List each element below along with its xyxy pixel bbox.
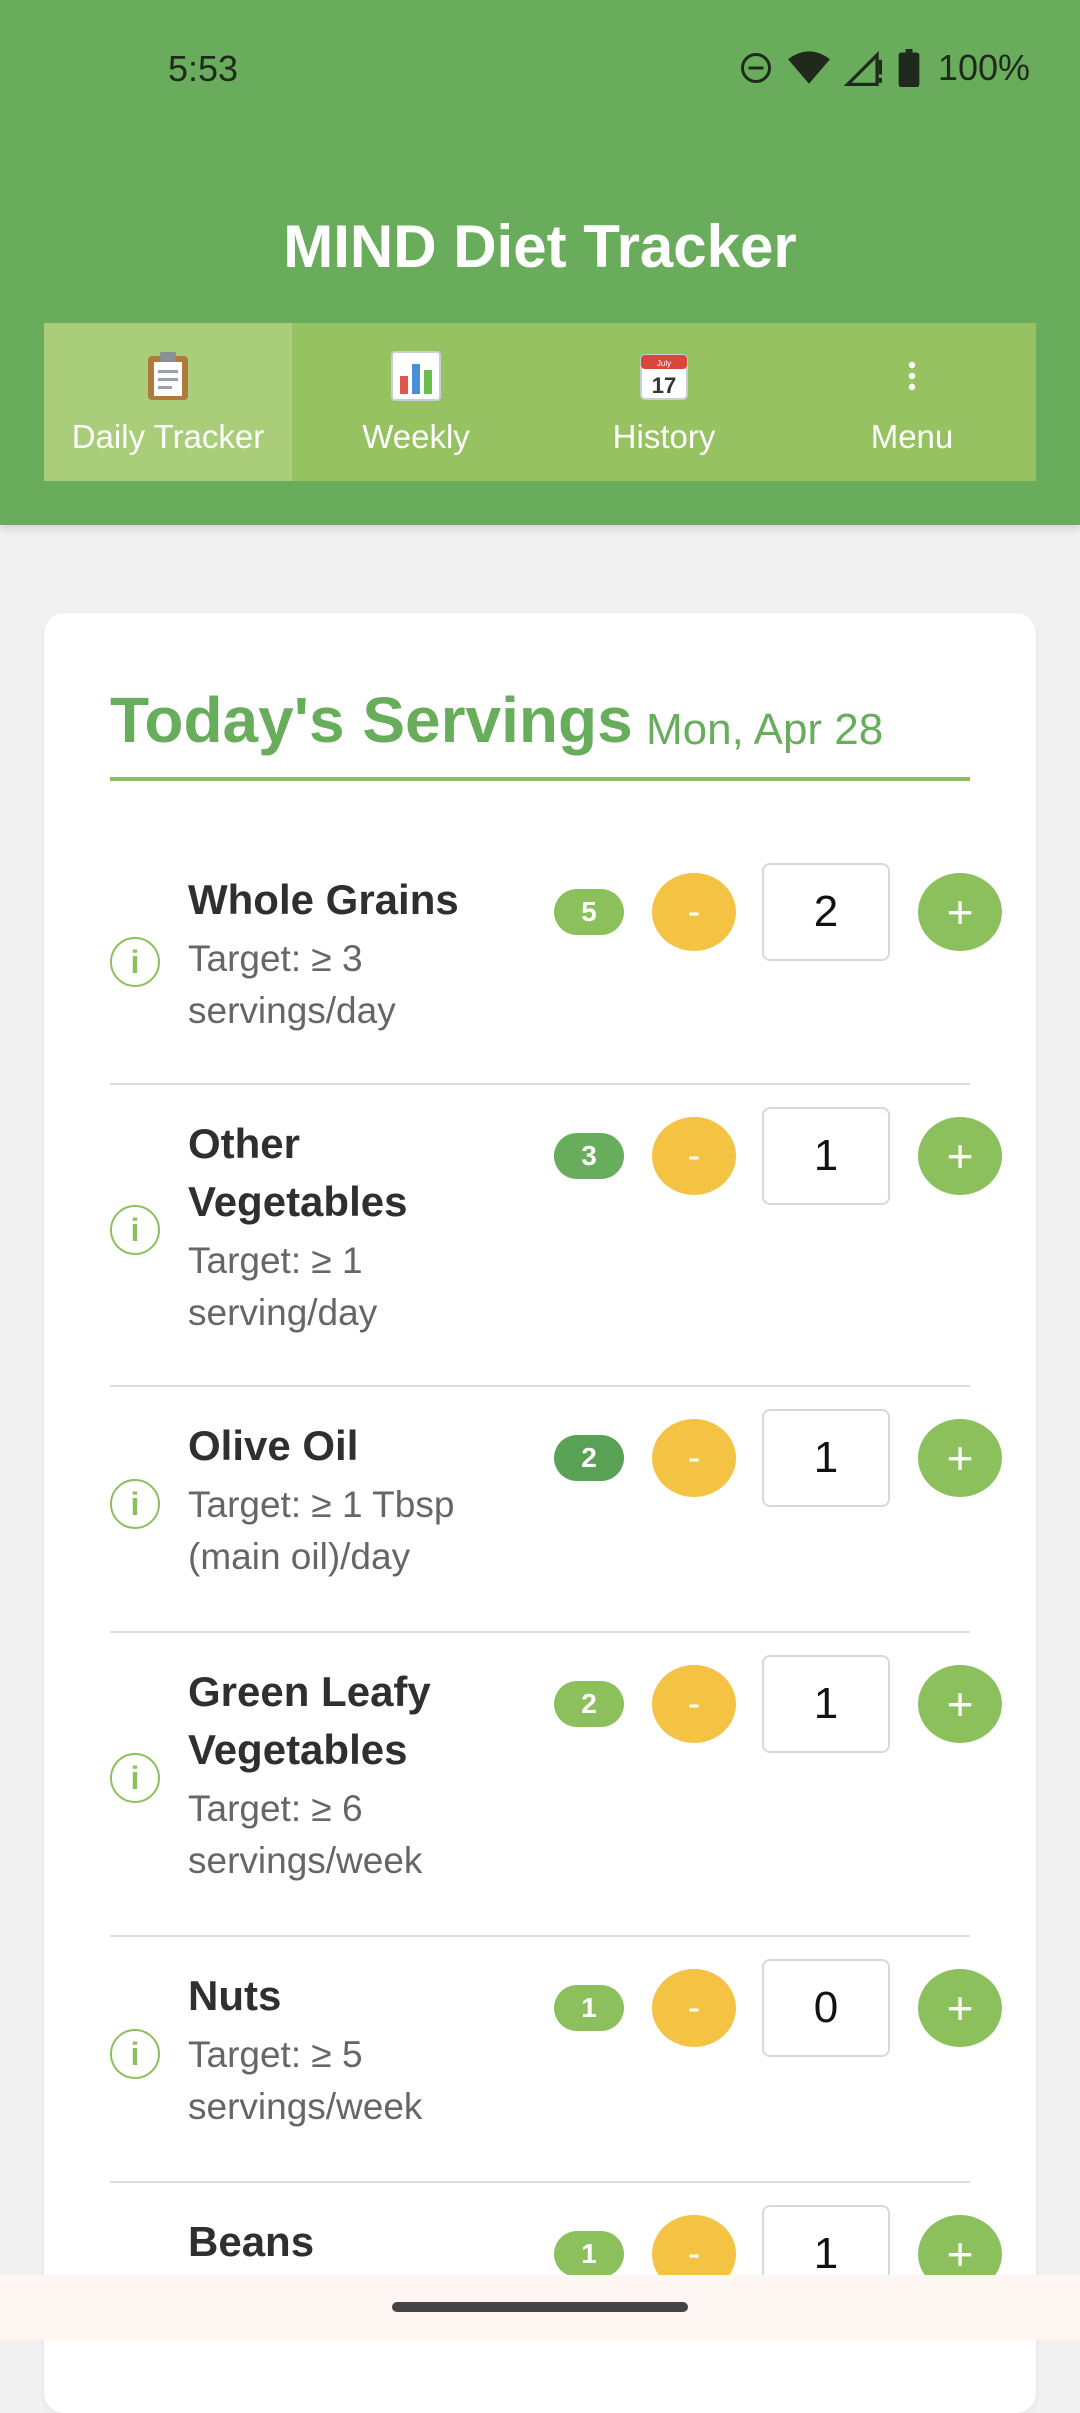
more-vert-icon	[884, 348, 940, 404]
tab-label-history: History	[612, 418, 716, 455]
food-name: Whole Grains	[188, 876, 459, 923]
info-icon[interactable]: i	[110, 1479, 160, 1529]
tab-menu[interactable]: Menu	[788, 323, 1036, 481]
do-not-disturb-icon	[740, 53, 771, 83]
food-row-nuts: i Nuts Target: ≥ 5 servings/week 1 - 0 +	[110, 1935, 1002, 2183]
food-name: Green Leafy Vegetables	[188, 1668, 431, 1773]
tab-history[interactable]: July 17 History	[540, 323, 788, 481]
status-time: 5:53	[168, 48, 239, 89]
tab-label-menu: Menu	[870, 418, 954, 455]
info-icon[interactable]: i	[110, 1205, 160, 1255]
decrement-button[interactable]: -	[652, 1665, 736, 1743]
food-row-olive-oil: i Olive Oil Target: ≥ 1 Tbsp (main oil)/…	[110, 1385, 1002, 1633]
food-name: Nuts	[188, 1972, 282, 2019]
app-header: 5:53 100% MIND Diet Tracker Daily Tracke…	[0, 0, 1080, 525]
increment-button[interactable]: +	[918, 1969, 1002, 2047]
tab-daily-tracker[interactable]: Daily Tracker	[44, 323, 292, 481]
battery-icon	[898, 49, 920, 87]
quantity-field[interactable]: 1	[762, 1409, 890, 1507]
increment-button[interactable]: +	[918, 1117, 1002, 1195]
score-badge: 2	[554, 1681, 624, 1727]
increment-button[interactable]: +	[918, 1419, 1002, 1497]
info-icon[interactable]: i	[110, 1753, 160, 1803]
food-row-other-vegetables: i Other Vegetables Target: ≥ 1 serving/d…	[110, 1083, 1002, 1387]
home-indicator[interactable]	[392, 2302, 688, 2312]
quantity-field[interactable]: 1	[762, 1655, 890, 1753]
calendar-month: July	[657, 359, 671, 368]
system-nav-bar	[0, 2275, 1080, 2340]
card-date: Mon, Apr 28	[646, 705, 884, 754]
signal-icon	[843, 50, 882, 86]
calendar-icon: July 17	[636, 348, 692, 404]
increment-button[interactable]: +	[918, 1665, 1002, 1743]
food-row-whole-grains: i Whole Grains Target: ≥ 3 servings/day …	[110, 849, 1002, 1085]
battery-percent: 100%	[937, 47, 1030, 88]
food-target: Target: ≥ 5 servings/week	[188, 2034, 423, 2127]
food-name: Other Vegetables	[188, 1120, 408, 1225]
food-row-green-leafy-vegetables: i Green Leafy Vegetables Target: ≥ 6 ser…	[110, 1631, 1002, 1937]
tab-label-weekly: Weekly	[362, 418, 470, 455]
score-badge: 1	[554, 1985, 624, 2031]
score-badge: 1	[554, 2231, 624, 2277]
quantity-field[interactable]: 2	[762, 863, 890, 961]
info-icon[interactable]: i	[110, 937, 160, 987]
food-target: Target: ≥ 3 servings/day	[188, 938, 396, 1031]
card-title: Today's Servings	[110, 684, 633, 756]
tab-bar: Daily Tracker Weekly July 17 History Men…	[44, 323, 1036, 481]
quantity-field[interactable]: 0	[762, 1959, 890, 2057]
servings-card: Today's Servings Mon, Apr 28 i Whole Gra…	[44, 613, 1036, 2413]
increment-button[interactable]: +	[918, 873, 1002, 951]
score-badge: 2	[554, 1435, 624, 1481]
decrement-button[interactable]: -	[652, 1969, 736, 2047]
quantity-field[interactable]: 1	[762, 1107, 890, 1205]
score-badge: 5	[554, 889, 624, 935]
decrement-button[interactable]: -	[652, 1419, 736, 1497]
status-bar: 5:53 100%	[0, 0, 1080, 140]
info-icon[interactable]: i	[110, 2029, 160, 2079]
tab-label-daily-tracker: Daily Tracker	[71, 418, 265, 455]
wifi-icon	[787, 51, 830, 84]
decrement-button[interactable]: -	[652, 873, 736, 951]
status-icons: 100%	[738, 44, 1030, 92]
score-badge: 3	[554, 1133, 624, 1179]
title-divider	[110, 777, 970, 781]
app-title: MIND Diet Tracker	[283, 213, 797, 280]
clipboard-icon	[140, 348, 196, 404]
food-target: Target: ≥ 6 servings/week	[188, 1788, 423, 1881]
food-name: Beans	[188, 2218, 315, 2265]
food-target: Target: ≥ 1 Tbsp (main oil)/day	[188, 1484, 455, 1577]
decrement-button[interactable]: -	[652, 1117, 736, 1195]
tab-weekly[interactable]: Weekly	[292, 323, 540, 481]
food-name: Olive Oil	[188, 1422, 359, 1469]
bar-chart-icon	[388, 348, 444, 404]
food-target: Target: ≥ 1 serving/day	[188, 1240, 378, 1333]
calendar-day: 17	[652, 373, 676, 398]
